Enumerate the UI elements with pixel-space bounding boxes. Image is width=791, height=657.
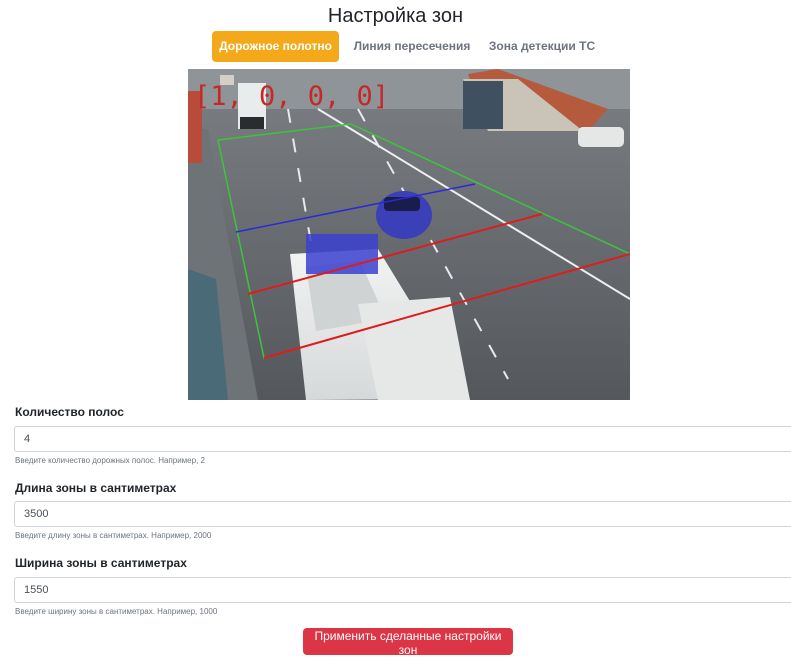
camera-view[interactable]: [1, 0, 0, 0] [188,69,630,400]
length-input[interactable] [14,501,791,527]
tab-vehicle-detection-zone[interactable]: Зона детекции ТС [482,31,602,62]
zone-tabs: Дорожное полотно Линия пересечения Зона … [0,31,791,62]
lanes-label: Количество полос [15,405,124,419]
length-hint: Введите длину зоны в сантиметрах. Наприм… [15,531,212,540]
width-hint: Введите ширину зоны в сантиметрах. Напри… [15,607,218,616]
length-label: Длина зоны в сантиметрах [15,481,177,495]
lanes-input[interactable] [14,426,791,452]
tab-crossing-line[interactable]: Линия пересечения [346,31,478,62]
apply-zone-settings-button[interactable]: Применить сделанные настройки зон [303,628,513,657]
page-title: Настройка зон [327,5,464,27]
billboard [463,81,503,129]
lanes-hint: Введите количество дорожных полос. Напри… [15,456,205,465]
width-label: Ширина зоны в сантиметрах [15,556,187,570]
tab-road-surface[interactable]: Дорожное полотно [212,31,339,62]
lane-count-overlay: [1, 0, 0, 0] [194,81,389,112]
camera-frame: [1, 0, 0, 0] [188,69,630,400]
truck-window [240,117,264,129]
width-input[interactable] [14,577,791,603]
car-parked-right [578,127,624,147]
